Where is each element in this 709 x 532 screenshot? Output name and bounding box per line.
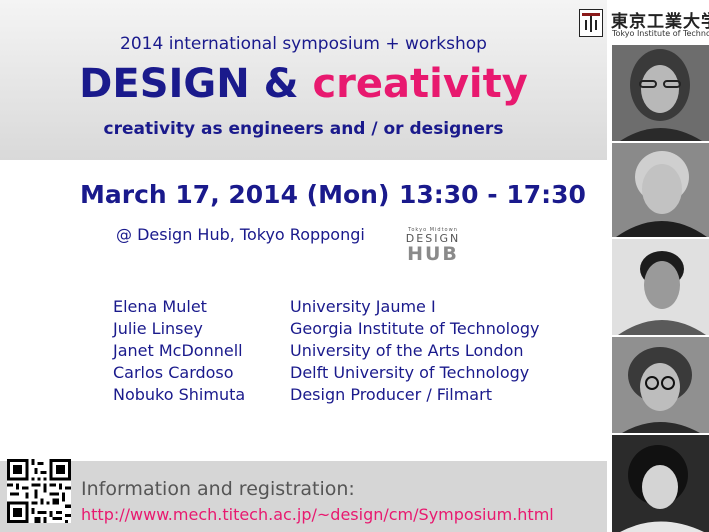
event-subtitle: 2014 international symposium + workshop xyxy=(120,34,487,54)
title-creativity: creativity xyxy=(312,61,528,107)
qr-code-icon[interactable] xyxy=(7,459,71,523)
speaker-photo-1 xyxy=(612,45,709,141)
institution-logo: 東京工業大学 Tokyo Institute of Technology xyxy=(575,5,709,41)
event-venue: @ Design Hub, Tokyo Roppongi xyxy=(116,225,365,244)
speaker-photo-5 xyxy=(612,435,709,532)
speaker-photo-2 xyxy=(612,143,709,237)
event-time: 13:30 - 17:30 xyxy=(399,180,586,209)
speaker-name: Carlos Cardoso xyxy=(113,363,234,382)
speaker-affiliation: University of the Arts London xyxy=(290,341,524,360)
page-title: DESIGN & creativity xyxy=(0,62,607,106)
titech-emblem-icon xyxy=(579,9,603,37)
info-registration-label: Information and registration: xyxy=(81,478,355,500)
speaker-name: Janet McDonnell xyxy=(113,341,243,360)
speaker-affiliation: University Jaume I xyxy=(290,297,436,316)
speaker-photo-4 xyxy=(612,337,709,433)
speaker-affiliation: Georgia Institute of Technology xyxy=(290,319,540,338)
design-hub-logo: Tokyo Midtown DESIGN HUB xyxy=(403,227,463,277)
speaker-affiliation: Design Producer / Filmart xyxy=(290,385,492,404)
registration-url-link[interactable]: http://www.mech.titech.ac.jp/~design/cm/… xyxy=(81,505,554,524)
institution-name-en: Tokyo Institute of Technology xyxy=(612,29,709,38)
title-design: DESIGN & xyxy=(79,61,313,107)
event-date: March 17, 2014 (Mon) xyxy=(80,180,390,209)
speaker-name: Elena Mulet xyxy=(113,297,207,316)
event-tagline: creativity as engineers and / or designe… xyxy=(103,119,504,139)
speaker-photo-3 xyxy=(612,239,709,335)
speaker-affiliation: Delft University of Technology xyxy=(290,363,530,382)
venue-logo-hub-text: HUB xyxy=(403,245,463,265)
speaker-name: Julie Linsey xyxy=(113,319,203,338)
speaker-name: Nobuko Shimuta xyxy=(113,385,246,404)
